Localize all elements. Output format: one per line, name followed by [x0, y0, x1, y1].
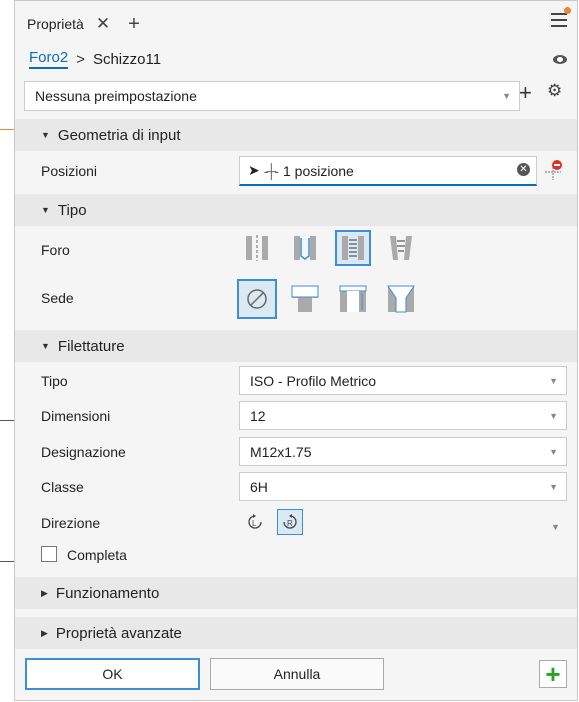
- positions-value: 1 posizione: [282, 162, 354, 179]
- gear-icon[interactable]: ⚙: [547, 81, 562, 101]
- thread-direction-label: Direzione: [41, 515, 101, 531]
- section-advanced-title: Proprietà avanzate: [55, 624, 182, 642]
- seat-countersink-icon[interactable]: [383, 281, 419, 317]
- add-preset-icon[interactable]: +: [519, 80, 532, 106]
- collapse-triangle-icon: ▼: [41, 130, 50, 140]
- chevron-down-icon: ▼: [549, 481, 558, 492]
- thread-designation-label: Designazione: [41, 444, 126, 460]
- select-cursor-icon: ➤: [248, 162, 260, 178]
- tab-properties[interactable]: Proprietà ✕ +: [15, 7, 152, 41]
- thread-class-dropdown[interactable]: 6H ▼: [239, 472, 567, 501]
- cancel-button[interactable]: Annulla: [210, 658, 384, 690]
- collapse-triangle-icon: ▼: [41, 205, 50, 215]
- breadcrumb-separator: >: [76, 50, 85, 68]
- thread-size-dropdown[interactable]: 12 ▼: [239, 401, 567, 430]
- section-geometry-title: Geometria di input: [57, 126, 181, 144]
- seat-counterbore-icon[interactable]: [287, 281, 323, 317]
- chevron-down-icon: ▼: [549, 375, 558, 386]
- section-behavior-header[interactable]: ▶ Funzionamento: [15, 577, 577, 609]
- thread-type-value: ISO - Profilo Metrico: [250, 372, 377, 389]
- preset-dropdown[interactable]: Nessuna preimpostazione ▼: [24, 81, 520, 111]
- thread-type-dropdown[interactable]: ISO - Profilo Metrico ▼: [239, 366, 567, 395]
- section-type-header[interactable]: ▼ Tipo: [15, 194, 577, 226]
- breadcrumb-feature-link[interactable]: Foro2: [29, 49, 69, 69]
- thread-designation-dropdown[interactable]: M12x1.75 ▼: [239, 437, 567, 466]
- full-thread-label: Completa: [67, 547, 127, 563]
- expand-triangle-icon: ▶: [41, 587, 48, 598]
- close-icon[interactable]: ✕: [96, 14, 110, 34]
- section-type-title: Tipo: [57, 201, 87, 219]
- menu-icon[interactable]: [551, 7, 571, 27]
- hole-taper-tapped-icon[interactable]: [383, 230, 419, 266]
- add-tab-icon[interactable]: +: [128, 13, 140, 36]
- chevron-down-icon: ▼: [502, 91, 511, 101]
- clear-selection-icon[interactable]: ✕: [517, 163, 530, 176]
- ok-button[interactable]: OK: [25, 658, 200, 690]
- thread-type-label: Tipo: [41, 373, 68, 389]
- thread-size-label: Dimensioni: [41, 408, 111, 424]
- chevron-down-icon: ▼: [549, 410, 558, 421]
- section-advanced-header[interactable]: ▶ Proprietà avanzate: [15, 617, 577, 649]
- thread-class-label: Classe: [41, 479, 84, 495]
- hole-label: Foro: [41, 242, 70, 258]
- hole-clearance-icon[interactable]: [287, 230, 323, 266]
- seat-label: Sede: [41, 290, 74, 306]
- breadcrumb-sketch: Schizzo11: [92, 50, 162, 68]
- tab-title: Proprietà: [27, 16, 84, 32]
- canvas-edge-line: [0, 129, 14, 130]
- right-hand-thread-icon[interactable]: R: [277, 509, 303, 535]
- preset-value: Nessuna preimpostazione: [35, 88, 197, 104]
- positions-selector[interactable]: ➤ -┼- 1 posizione ✕: [239, 156, 537, 186]
- hole-simple-icon[interactable]: [239, 230, 275, 266]
- full-thread-checkbox[interactable]: [41, 546, 57, 562]
- section-threads-header[interactable]: ▼ Filettature: [15, 330, 577, 362]
- expand-triangle-icon: ▶: [41, 627, 48, 638]
- section-threads-title: Filettature: [57, 337, 125, 355]
- seat-spotface-icon[interactable]: [335, 281, 371, 317]
- properties-panel: Proprietà ✕ + Foro2 > Schizzo11 Nessuna …: [14, 0, 578, 701]
- seat-none-icon[interactable]: [237, 279, 277, 319]
- point-crosshair-icon: -┼-: [263, 162, 279, 179]
- thread-size-value: 12: [250, 407, 266, 424]
- tab-bar: Proprietà ✕ +: [15, 1, 577, 41]
- svg-text:L: L: [252, 519, 257, 528]
- collapse-triangle-icon: ▼: [41, 341, 50, 351]
- add-point-icon[interactable]: [543, 159, 565, 181]
- visibility-eye-icon[interactable]: [553, 55, 567, 64]
- direction-chevron-icon[interactable]: ▼: [551, 522, 569, 532]
- left-hand-thread-icon[interactable]: L: [243, 510, 267, 534]
- positions-label: Posizioni: [41, 163, 98, 179]
- section-geometry-header[interactable]: ▼ Geometria di input: [15, 119, 577, 151]
- thread-designation-value: M12x1.75: [250, 443, 312, 460]
- hole-tapped-icon[interactable]: [335, 230, 371, 266]
- breadcrumb: Foro2 > Schizzo11: [29, 49, 161, 69]
- thread-class-value: 6H: [250, 478, 268, 495]
- chevron-down-icon: ▼: [549, 446, 558, 457]
- apply-add-button[interactable]: +: [539, 660, 567, 688]
- section-behavior-title: Funzionamento: [55, 584, 160, 602]
- svg-text:R: R: [287, 519, 293, 528]
